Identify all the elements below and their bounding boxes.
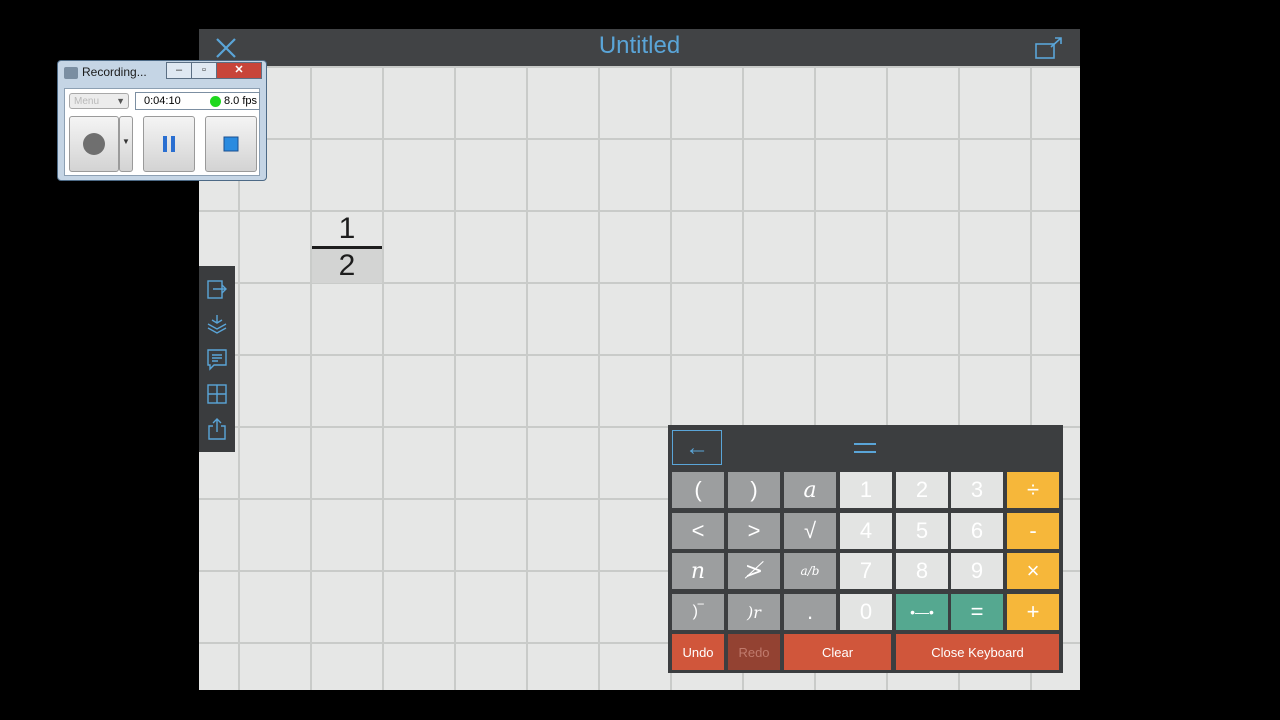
recording-window: Recording... – ▫ ✕ Menu ▼ 0:04:10 8.0 fps… bbox=[57, 60, 267, 181]
undo-button[interactable]: Undo bbox=[672, 634, 724, 670]
key-divide[interactable]: ÷ bbox=[1007, 472, 1059, 508]
key-number-line[interactable]: •—• bbox=[896, 594, 948, 630]
key-2[interactable]: 2 bbox=[896, 472, 948, 508]
key-not-greater[interactable]: ≯ bbox=[728, 553, 780, 589]
layers-icon[interactable] bbox=[205, 312, 229, 336]
key-sqrt[interactable]: √ bbox=[784, 513, 836, 549]
recording-status: 0:04:10 8.0 fps bbox=[135, 92, 260, 110]
key-1[interactable]: 1 bbox=[840, 472, 892, 508]
key-decimal[interactable]: . bbox=[784, 594, 836, 630]
key-remainder[interactable]: )r bbox=[728, 594, 780, 630]
key-7[interactable]: 7 bbox=[840, 553, 892, 589]
key-close-paren[interactable]: ) bbox=[728, 472, 780, 508]
key-less-than[interactable]: < bbox=[672, 513, 724, 549]
fraction-denominator[interactable]: 2 bbox=[312, 249, 382, 283]
window-close-button[interactable]: ✕ bbox=[216, 62, 262, 79]
minimize-button[interactable]: – bbox=[166, 62, 192, 79]
key-5[interactable]: 5 bbox=[896, 513, 948, 549]
page-title: Untitled bbox=[598, 32, 681, 59]
key-equals[interactable]: = bbox=[951, 594, 1003, 630]
menu-dropdown[interactable]: Menu ▼ bbox=[69, 93, 129, 109]
fraction-numerator[interactable]: 1 bbox=[312, 212, 382, 246]
fraction-expression[interactable]: 1 2 bbox=[312, 212, 382, 283]
top-bar: Untitled bbox=[199, 29, 1080, 66]
clear-button[interactable]: Clear bbox=[784, 634, 891, 670]
menu-label: Menu bbox=[74, 96, 100, 107]
status-dot-icon bbox=[210, 96, 221, 107]
key-plus[interactable]: + bbox=[1007, 594, 1059, 630]
key-minus[interactable]: - bbox=[1007, 513, 1059, 549]
pause-button[interactable] bbox=[143, 116, 195, 172]
redo-button[interactable]: Redo bbox=[728, 634, 780, 670]
stop-button[interactable] bbox=[205, 116, 257, 172]
key-3[interactable]: 3 bbox=[951, 472, 1003, 508]
recorder-body: Menu ▼ 0:04:10 8.0 fps ▼ bbox=[64, 88, 260, 176]
share-icon[interactable] bbox=[205, 417, 229, 441]
key-multiply[interactable]: × bbox=[1007, 553, 1059, 589]
app-window: Untitled 1 2 ← () a 1 2 3 ÷ < > √ 4 5 6… bbox=[199, 29, 1080, 690]
key-4[interactable]: 4 bbox=[840, 513, 892, 549]
key-0[interactable]: 0 bbox=[840, 594, 892, 630]
backspace-button[interactable]: ← bbox=[672, 430, 722, 465]
key-variable[interactable]: a bbox=[784, 472, 836, 508]
key-6[interactable]: 6 bbox=[951, 513, 1003, 549]
drag-handle[interactable] bbox=[854, 443, 876, 453]
grid-icon[interactable] bbox=[205, 382, 229, 406]
tool-palette bbox=[199, 266, 235, 452]
import-icon[interactable] bbox=[205, 277, 229, 301]
chevron-down-icon: ▼ bbox=[116, 96, 125, 106]
close-keyboard-button[interactable]: Close Keyboard bbox=[896, 634, 1059, 670]
elapsed-time: 0:04:10 bbox=[144, 95, 181, 107]
record-button[interactable] bbox=[69, 116, 119, 172]
maximize-button[interactable]: ▫ bbox=[191, 62, 217, 79]
recording-title: Recording... bbox=[82, 65, 147, 79]
chevron-down-icon: ▼ bbox=[122, 137, 130, 146]
key-exponent[interactable]: n bbox=[672, 553, 724, 589]
key-greater-than[interactable]: > bbox=[728, 513, 780, 549]
key-9[interactable]: 9 bbox=[951, 553, 1003, 589]
key-fraction[interactable]: a/b bbox=[784, 553, 836, 589]
key-8[interactable]: 8 bbox=[896, 553, 948, 589]
record-options-button[interactable]: ▼ bbox=[119, 116, 133, 172]
expand-icon[interactable] bbox=[1034, 36, 1064, 60]
math-keyboard: ← ( ) a 1 2 3 ÷ < > √ 4 5 6 - n ≯ a/b 7 … bbox=[668, 425, 1063, 673]
notes-icon[interactable] bbox=[205, 347, 229, 371]
recorder-app-icon bbox=[64, 67, 78, 79]
key-open-paren[interactable]: ( bbox=[672, 472, 724, 508]
key-long-division[interactable]: )‾ bbox=[672, 594, 724, 630]
fps-readout: 8.0 fps bbox=[224, 95, 258, 107]
